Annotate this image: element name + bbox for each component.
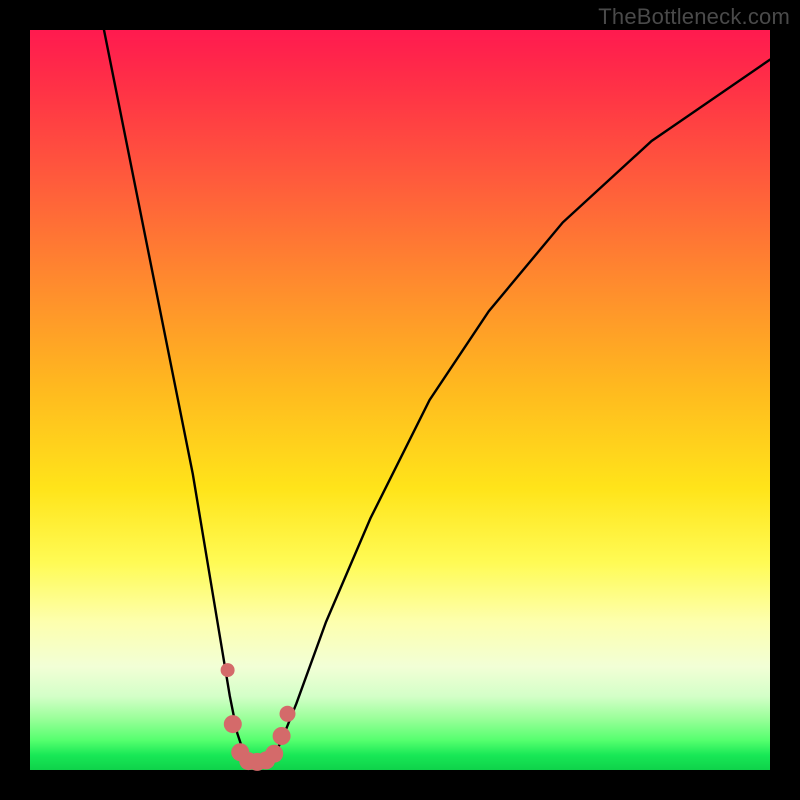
curve-marker — [224, 715, 242, 733]
plot-area — [30, 30, 770, 770]
curve-marker — [221, 663, 235, 677]
chart-svg — [30, 30, 770, 770]
curve-marker — [273, 727, 291, 745]
watermark-text: TheBottleneck.com — [598, 4, 790, 30]
curve-marker — [265, 745, 283, 763]
bottleneck-curve — [104, 30, 770, 763]
curve-marker — [280, 706, 296, 722]
curve-markers — [221, 663, 296, 771]
chart-frame: TheBottleneck.com — [0, 0, 800, 800]
